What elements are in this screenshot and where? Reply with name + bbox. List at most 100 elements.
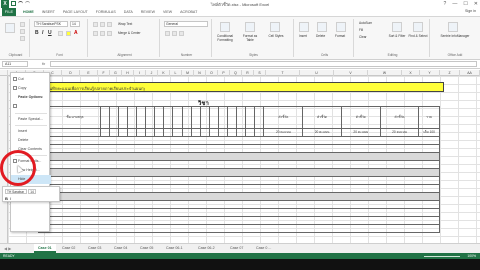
table-row[interactable] <box>38 168 440 177</box>
sentrie-label[interactable]: Sentrie InfoManager <box>436 34 474 38</box>
sheet-tab-more[interactable]: Case 0 ... <box>252 244 275 253</box>
delete-cells-icon[interactable] <box>317 22 327 32</box>
zoom-slider[interactable] <box>424 256 460 257</box>
tab-formulas[interactable]: FORMULAS <box>92 10 120 14</box>
score-header-4[interactable]: ตัวชี้วัด <box>379 106 420 129</box>
table-cell[interactable] <box>199 106 210 129</box>
table-row[interactable] <box>38 160 440 169</box>
format-as-table-icon[interactable] <box>245 22 255 32</box>
table-cell[interactable] <box>145 128 156 137</box>
font-size-select[interactable]: 14 <box>70 21 80 27</box>
tab-acrobat[interactable]: ACROBAT <box>176 10 201 14</box>
menu-paste-special[interactable]: Paste Special... <box>11 115 51 124</box>
menu-delete[interactable]: Delete <box>11 136 51 145</box>
cell-styles-label[interactable]: Cell Styles <box>266 34 286 38</box>
table-cell[interactable] <box>126 128 137 137</box>
merge-center-button[interactable]: Merge & Center <box>118 31 141 35</box>
table-cell[interactable] <box>126 106 137 129</box>
table-cell[interactable] <box>227 128 238 137</box>
score-points-3[interactable]: 20 คะแนน <box>340 128 381 137</box>
menu-insert[interactable]: Insert <box>11 127 51 136</box>
redo-icon[interactable] <box>25 1 30 6</box>
score-header-3[interactable]: ตัวชี้วัด <box>340 106 381 129</box>
mini-font-select[interactable]: TH Sarabun <box>5 189 27 194</box>
worksheet[interactable]: ...นี (ระบบบันทึกคะแนนเพื่อการเรียนรู้/ป… <box>8 76 480 243</box>
table-cell[interactable] <box>245 106 256 129</box>
align-top-icon[interactable] <box>93 22 98 27</box>
score-header-1[interactable]: ตัวชี้วัด <box>263 106 304 129</box>
save-icon[interactable] <box>11 1 16 6</box>
sentrie-icon[interactable] <box>448 22 458 32</box>
paste-icon[interactable] <box>5 23 15 33</box>
help-icon[interactable]: ? <box>444 1 447 7</box>
table-cell[interactable] <box>172 106 183 129</box>
comma-icon[interactable] <box>179 31 184 36</box>
score-points-2[interactable]: 20 คะแนน <box>302 128 342 137</box>
table-cell[interactable] <box>49 128 101 137</box>
sheet-nav-arrows[interactable]: ◀ ▶ <box>4 246 11 251</box>
format-cells-label[interactable]: Format <box>335 34 345 38</box>
table-cell[interactable] <box>154 128 165 137</box>
score-points-4[interactable]: 20 คะแนน <box>379 128 420 137</box>
cut-icon[interactable] <box>20 22 25 27</box>
table-cell[interactable] <box>208 106 219 129</box>
tab-home[interactable]: HOME <box>19 10 38 14</box>
table-cell[interactable] <box>135 128 147 137</box>
table-cell[interactable] <box>254 106 265 129</box>
total-points[interactable]: เต็ม 100 <box>418 128 440 137</box>
table-cell[interactable] <box>217 128 229 137</box>
sheet-tab-case-05[interactable]: Case 05 <box>136 244 157 253</box>
mini-italic-icon[interactable]: I <box>10 196 11 201</box>
table-cell[interactable] <box>254 128 265 137</box>
fill-button[interactable]: Fill <box>359 28 363 32</box>
format-painter-icon[interactable] <box>20 36 25 41</box>
table-row[interactable] <box>38 224 440 233</box>
minimize-icon[interactable]: — <box>452 1 457 7</box>
table-cell[interactable] <box>117 106 128 129</box>
align-left-icon[interactable] <box>93 31 98 36</box>
font-color-icon[interactable]: A <box>74 30 78 36</box>
table-cell[interactable] <box>236 106 247 129</box>
table-cell[interactable] <box>163 128 174 137</box>
name-column-header[interactable]: ชื่อ-นามสกุล <box>49 106 101 129</box>
tab-review[interactable]: REVIEW <box>137 10 159 14</box>
format-as-table-label[interactable]: Format as Table <box>239 34 261 42</box>
paste-icon[interactable] <box>13 104 17 108</box>
cell-styles-icon[interactable] <box>270 22 280 32</box>
sheet-tab-case-01[interactable]: Case 01 <box>34 244 56 253</box>
format-cells-icon[interactable] <box>336 22 346 32</box>
delete-cells-label[interactable]: Delete <box>316 34 325 38</box>
mini-size-select[interactable]: 14 <box>28 189 36 194</box>
menu-cut[interactable]: Cut <box>11 75 51 84</box>
tab-view[interactable]: VIEW <box>159 10 176 14</box>
percent-icon[interactable] <box>172 31 177 36</box>
table-cell[interactable] <box>208 128 219 137</box>
align-bottom-icon[interactable] <box>107 22 112 27</box>
table-cell[interactable] <box>236 128 247 137</box>
copy-icon[interactable] <box>20 29 25 34</box>
total-header[interactable]: รวม <box>418 106 440 129</box>
undo-icon[interactable] <box>18 1 23 6</box>
underline-icon[interactable]: U <box>48 30 52 36</box>
sheet-tab-case-07[interactable]: Case 07 <box>226 244 247 253</box>
name-box[interactable]: A11 <box>2 61 28 67</box>
table-row[interactable] <box>38 208 440 217</box>
table-cell[interactable] <box>181 106 192 129</box>
close-icon[interactable]: ✕ <box>474 1 478 7</box>
table-cell[interactable] <box>181 128 192 137</box>
table-row[interactable] <box>38 192 440 201</box>
autosum-button[interactable]: AutoSum <box>359 21 372 25</box>
align-center-icon[interactable] <box>100 31 105 36</box>
conditional-formatting-label[interactable]: Conditional Formatting <box>214 34 236 42</box>
fill-color-icon[interactable] <box>66 31 71 36</box>
number-format-select[interactable]: General <box>164 21 208 27</box>
sheet-tab-case-02[interactable]: Case 02 <box>58 244 79 253</box>
sheet-tab-case-06-2[interactable]: Case 06-2 <box>194 244 219 253</box>
table-cell[interactable] <box>117 128 128 137</box>
table-row[interactable] <box>38 152 440 161</box>
title-cell-band[interactable]: ...นี (ระบบบันทึกคะแนนเพื่อการเรียนรู้/ป… <box>24 82 444 92</box>
menu-paste-icon-row[interactable] <box>11 102 51 111</box>
table-row[interactable] <box>38 176 440 185</box>
table-cell[interactable] <box>163 106 174 129</box>
score-header-2[interactable]: ตัวชี้วัด <box>302 106 342 129</box>
